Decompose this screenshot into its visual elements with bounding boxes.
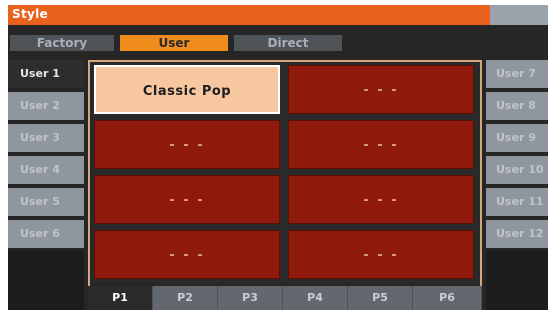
page-tab-bar: P1 P2 P3 P4 P5 P6	[88, 286, 482, 310]
left-bank-filler	[8, 250, 84, 310]
bank-user-5[interactable]: User 5	[8, 188, 84, 216]
bank-user-8[interactable]: User 8	[486, 92, 548, 120]
bank-user-6[interactable]: User 6	[8, 220, 84, 248]
style-slot-2[interactable]: - - -	[288, 65, 474, 114]
tab-user[interactable]: User	[120, 35, 228, 51]
bank-user-9[interactable]: User 9	[486, 124, 548, 152]
style-slot-3[interactable]: - - -	[94, 120, 280, 169]
right-bank-filler	[486, 250, 548, 310]
page-tab-p2[interactable]: P2	[153, 286, 218, 310]
title-bar-status-area	[490, 5, 548, 25]
style-slot-8[interactable]: - - -	[288, 230, 474, 279]
bank-user-10[interactable]: User 10	[486, 156, 548, 184]
style-slot-7[interactable]: - - -	[94, 230, 280, 279]
page-tab-p5[interactable]: P5	[348, 286, 413, 310]
window-title: Style	[12, 7, 48, 21]
page-tab-p3[interactable]: P3	[218, 286, 283, 310]
bank-user-2[interactable]: User 2	[8, 92, 84, 120]
tab-direct[interactable]: Direct	[234, 35, 342, 51]
page-tab-p4[interactable]: P4	[283, 286, 348, 310]
tab-factory[interactable]: Factory	[10, 35, 114, 51]
bank-user-3[interactable]: User 3	[8, 124, 84, 152]
bank-user-11[interactable]: User 11	[486, 188, 548, 216]
bank-user-1[interactable]: User 1	[8, 60, 84, 88]
page-tab-p6[interactable]: P6	[413, 286, 482, 310]
style-slot-1[interactable]: Classic Pop	[94, 65, 280, 114]
title-bar: Style	[8, 5, 548, 25]
category-tab-bar: Factory User Direct	[8, 31, 548, 55]
bank-user-12[interactable]: User 12	[486, 220, 548, 248]
style-slot-4[interactable]: - - -	[288, 120, 474, 169]
bank-user-7[interactable]: User 7	[486, 60, 548, 88]
style-slot-grid: Classic Pop - - - - - - - - - - - - - - …	[92, 63, 480, 283]
style-slot-5[interactable]: - - -	[94, 175, 280, 224]
page-tab-p1[interactable]: P1	[88, 286, 153, 310]
style-screen: Style Factory User Direct User 1 User 2 …	[8, 5, 548, 310]
bank-user-4[interactable]: User 4	[8, 156, 84, 184]
style-slot-6[interactable]: - - -	[288, 175, 474, 224]
